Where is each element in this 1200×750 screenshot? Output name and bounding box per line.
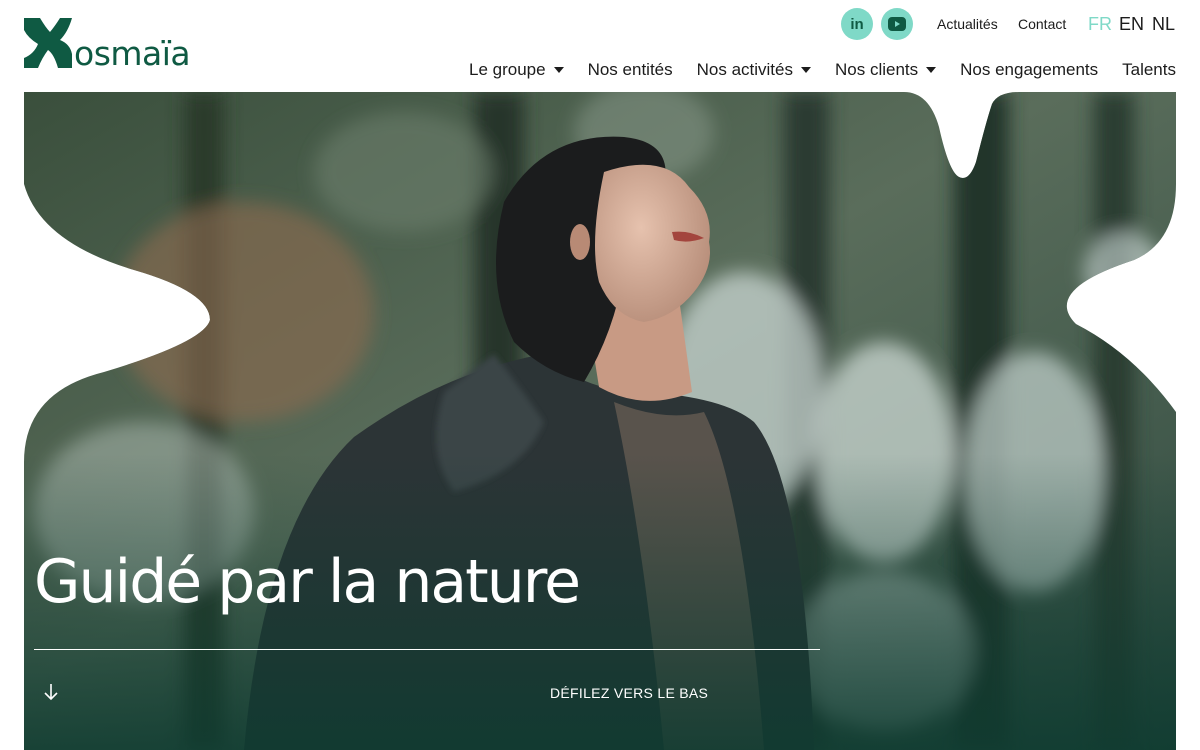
nav-item-nos-activites[interactable]: Nos activités — [697, 60, 811, 80]
nav-item-label: Nos clients — [835, 60, 919, 79]
scroll-down-link[interactable]: DÉFILEZ VERS LE BAS — [550, 685, 708, 701]
lang-en[interactable]: EN — [1119, 14, 1144, 35]
hero-section: Guidé par la nature DÉFILEZ VERS LE BAS — [24, 92, 1176, 750]
youtube-button[interactable] — [881, 8, 913, 40]
nav-item-label: Le groupe — [469, 60, 546, 79]
nav-item-le-groupe[interactable]: Le groupe — [469, 60, 564, 80]
logo-wordmark: osmaïa — [74, 34, 191, 73]
chevron-down-icon — [553, 67, 564, 73]
nav-item-label: Talents — [1122, 60, 1176, 79]
nav-item-talents[interactable]: Talents — [1122, 60, 1176, 80]
lang-nl[interactable]: NL — [1152, 14, 1175, 35]
hero-title: Guidé par la nature — [34, 547, 581, 617]
logo-mark-icon — [24, 18, 72, 68]
chevron-down-icon — [801, 67, 811, 73]
nav-item-label: Nos engagements — [960, 60, 1099, 79]
arrow-down-icon[interactable] — [42, 682, 60, 702]
youtube-icon — [888, 17, 906, 31]
chevron-down-icon — [926, 67, 937, 73]
linkedin-button[interactable]: in — [841, 8, 873, 40]
main-nav: Le groupe Nos entités Nos activités Nos … — [469, 60, 1176, 80]
hero-photo — [24, 92, 1176, 750]
linkedin-icon: in — [850, 15, 864, 33]
nav-item-nos-clients[interactable]: Nos clients — [835, 60, 937, 80]
osmaia-logo[interactable]: osmaïa — [24, 18, 191, 73]
nav-item-label: Nos activités — [696, 60, 793, 79]
contact-link[interactable]: Contact — [1018, 16, 1066, 32]
hero-divider — [34, 649, 820, 650]
nav-item-nos-engagements[interactable]: Nos engagements — [960, 60, 1098, 80]
nav-item-label: Nos entités — [587, 60, 673, 79]
nav-item-nos-entites[interactable]: Nos entités — [588, 60, 673, 80]
lang-fr[interactable]: FR — [1088, 14, 1112, 35]
news-link[interactable]: Actualités — [937, 16, 998, 32]
